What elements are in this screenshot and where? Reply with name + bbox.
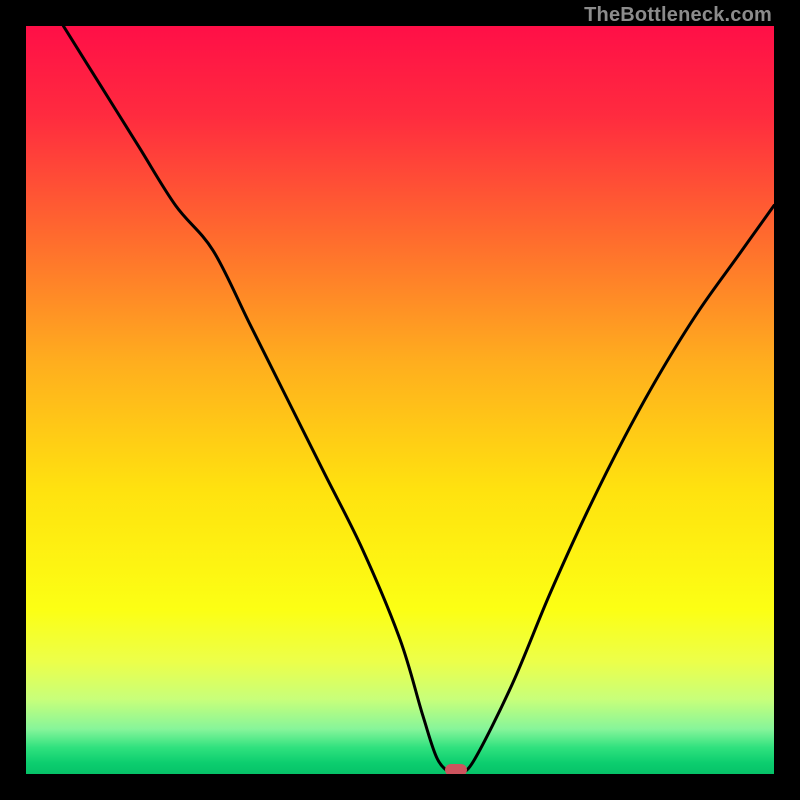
bottleneck-curve — [26, 26, 774, 774]
watermark-text: TheBottleneck.com — [584, 4, 772, 27]
optimal-marker — [445, 764, 467, 774]
plot-area — [26, 26, 774, 774]
chart-frame: TheBottleneck.com — [0, 0, 800, 800]
